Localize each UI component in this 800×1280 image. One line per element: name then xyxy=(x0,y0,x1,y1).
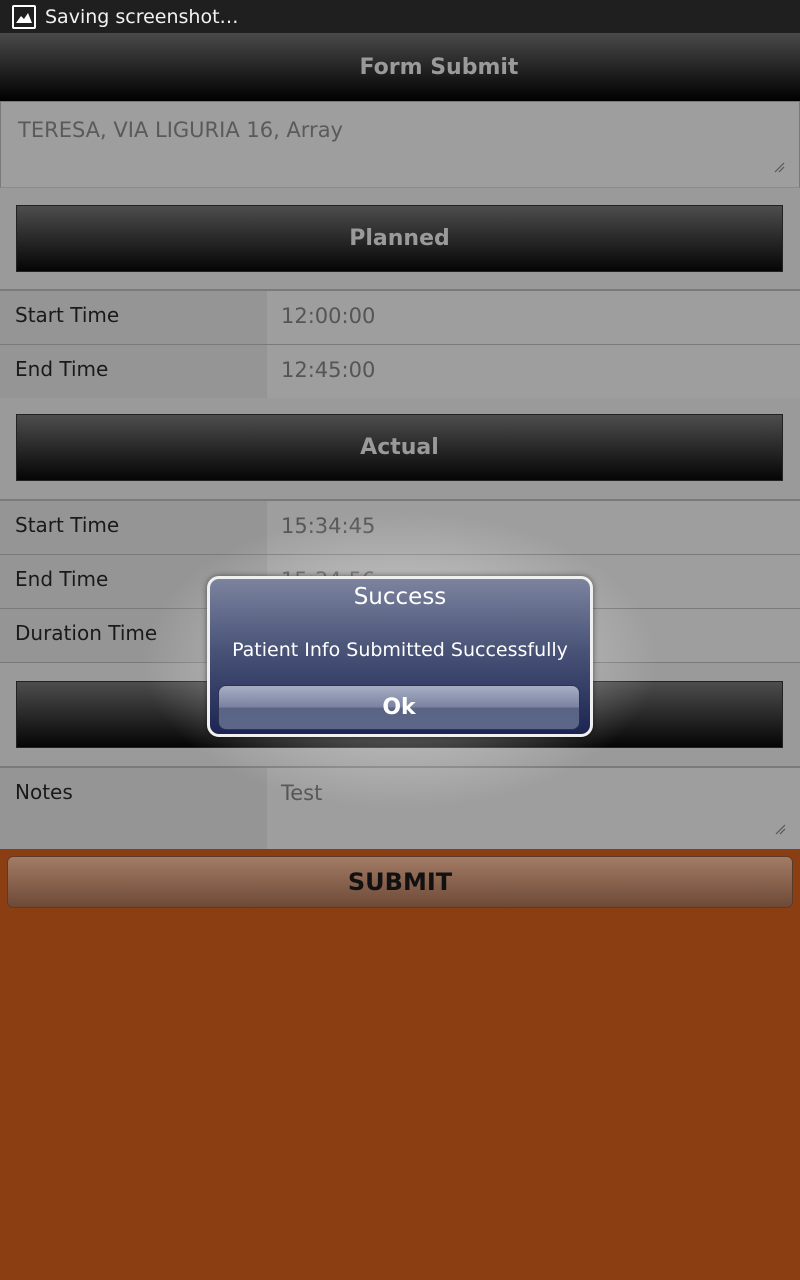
image-icon xyxy=(12,4,36,29)
planned-section-header: Planned xyxy=(16,205,783,272)
notes-row: Notes Test xyxy=(0,767,800,849)
planned-start-row: Start Time 12:00:00 xyxy=(0,290,800,345)
planned-start-input[interactable]: 12:00:00 xyxy=(267,291,800,344)
planned-start-label: Start Time xyxy=(0,291,267,344)
resize-handle-icon[interactable] xyxy=(774,823,786,835)
app-header: Form Submit xyxy=(0,33,800,101)
resize-handle-icon[interactable] xyxy=(773,161,785,173)
actual-start-input[interactable]: 15:34:45 xyxy=(267,501,800,554)
planned-end-input[interactable]: 12:45:00 xyxy=(267,345,800,398)
dialog-title: Success xyxy=(353,584,447,610)
submit-button[interactable]: SUBMIT xyxy=(7,856,793,908)
planned-end-row: End Time 12:45:00 xyxy=(0,344,800,399)
success-dialog: Success Patient Info Submitted Successfu… xyxy=(207,576,593,737)
page-title: Form Submit xyxy=(359,54,519,80)
actual-start-label: Start Time xyxy=(0,501,267,554)
dialog-message: Patient Info Submitted Successfully xyxy=(232,639,568,661)
actual-start-row: Start Time 15:34:45 xyxy=(0,500,800,555)
planned-end-label: End Time xyxy=(0,345,267,398)
actual-section: Actual xyxy=(0,398,800,500)
address-value: TERESA, VIA LIGURIA 16, Array xyxy=(18,118,343,142)
address-textarea[interactable]: TERESA, VIA LIGURIA 16, Array xyxy=(0,101,800,188)
ok-button[interactable]: Ok xyxy=(218,685,580,730)
notes-textarea[interactable]: Test xyxy=(267,768,800,849)
status-bar: Saving screenshot… xyxy=(0,0,800,33)
actual-section-title: Actual xyxy=(360,435,439,460)
actual-section-header: Actual xyxy=(16,414,783,481)
planned-section: Planned xyxy=(0,188,800,290)
notes-label: Notes xyxy=(0,768,267,849)
status-text: Saving screenshot… xyxy=(45,5,239,28)
planned-section-title: Planned xyxy=(349,226,450,251)
